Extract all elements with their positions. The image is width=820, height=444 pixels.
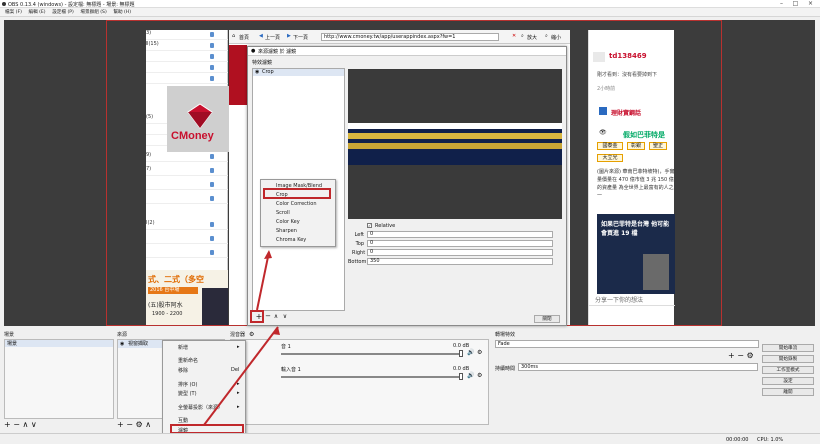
settings-button[interactable]: 設定 bbox=[762, 377, 814, 385]
start-recording-button[interactable]: 開始錄製 bbox=[762, 355, 814, 363]
annotation-arrows bbox=[203, 250, 280, 426]
studio-mode-button[interactable]: 工作室模式 bbox=[762, 366, 814, 374]
duration-input[interactable]: 300ms bbox=[518, 363, 758, 371]
exit-button[interactable]: 離開 bbox=[762, 388, 814, 396]
status-bar: 00:00:00 CPU: 1.0% bbox=[0, 433, 820, 444]
transitions-title: 轉場特效 bbox=[495, 332, 516, 338]
arrow-to-crop bbox=[256, 251, 270, 311]
transition-select[interactable]: Fade bbox=[495, 340, 759, 348]
arrow-to-add bbox=[203, 326, 279, 426]
transition-controls[interactable]: + − ⚙ bbox=[728, 351, 754, 360]
start-streaming-button[interactable]: 開始串流 bbox=[762, 344, 814, 352]
